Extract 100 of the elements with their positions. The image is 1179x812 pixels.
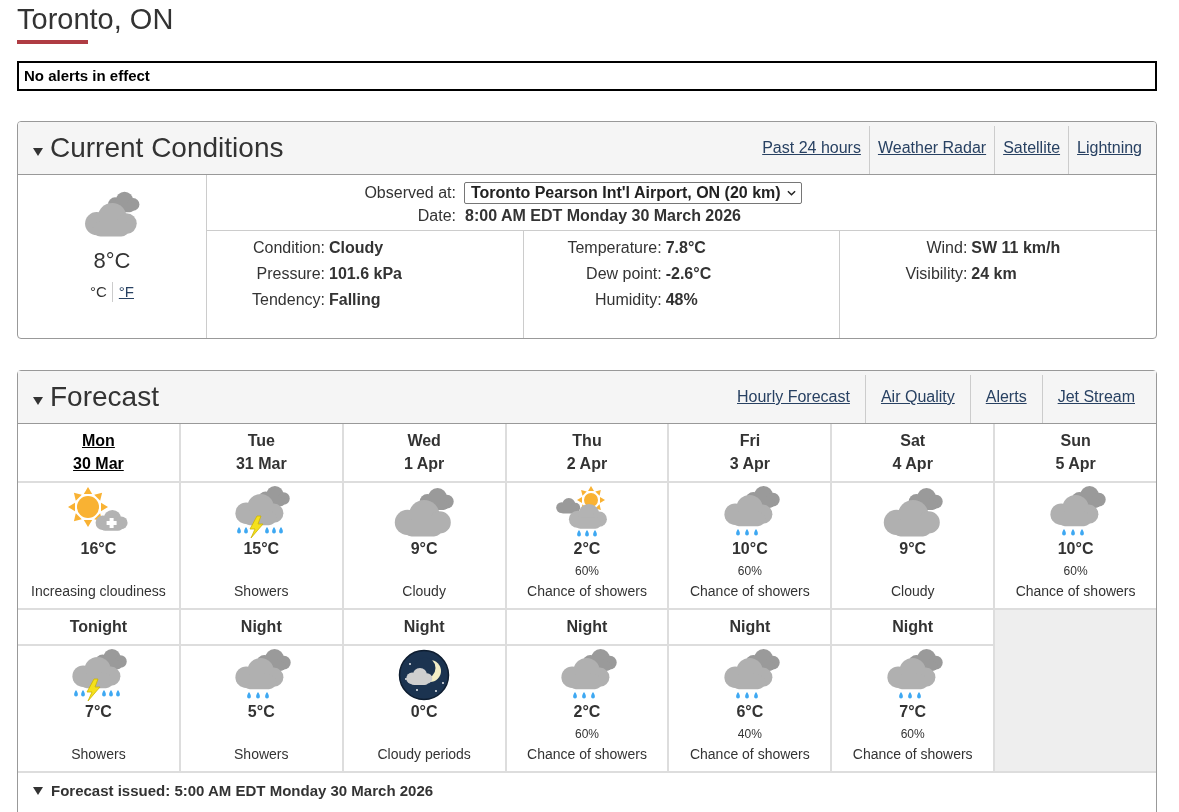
caret-down-icon[interactable] bbox=[33, 787, 43, 795]
forecast-temperature: 5°C bbox=[247, 702, 275, 722]
forecast-temperature: 0°C bbox=[410, 702, 438, 722]
day-date: 2 Apr bbox=[566, 454, 608, 474]
day-date: 1 Apr bbox=[403, 454, 445, 474]
observed-label: Observed at: bbox=[363, 183, 456, 203]
day-name: Mon bbox=[82, 431, 115, 451]
forecast-summary: Increasing cloudiness bbox=[31, 582, 166, 600]
forecast-summary: Chance of showers bbox=[527, 745, 647, 763]
day-name: Thu bbox=[572, 431, 602, 451]
unit-option[interactable]: °F bbox=[111, 282, 134, 302]
panel-link[interactable]: Alerts bbox=[969, 375, 1042, 423]
forecast-summary: Showers bbox=[234, 582, 289, 600]
forecast-summary: Chance of showers bbox=[852, 745, 973, 763]
panel-link[interactable]: Past 24 hours bbox=[754, 126, 869, 174]
condition-value: Falling bbox=[329, 290, 381, 310]
forecast-temperature: 7°C bbox=[85, 702, 112, 722]
day-header[interactable]: Sat 4 Apr bbox=[832, 424, 994, 481]
condition-label: Pressure: bbox=[255, 264, 325, 284]
condition-label: Dew point: bbox=[585, 264, 662, 284]
condition-value: 7.8°C bbox=[665, 238, 706, 258]
section-title: Forecast bbox=[50, 380, 159, 414]
day-header[interactable]: Sun 5 Apr bbox=[995, 424, 1156, 481]
page-title: Toronto, ON bbox=[17, 2, 174, 37]
condition-value: 24 km bbox=[971, 264, 1017, 284]
panel-link[interactable]: Hourly Forecast bbox=[722, 375, 865, 423]
night-label: Night bbox=[832, 610, 994, 644]
night-label: Night bbox=[669, 610, 831, 644]
day-name: Tue bbox=[247, 431, 275, 451]
forecast-summary: Chance of showers bbox=[1015, 582, 1136, 600]
precip-chance: 60% bbox=[574, 563, 599, 579]
day-header[interactable]: Fri 3 Apr bbox=[669, 424, 831, 481]
forecast-summary: Cloudy bbox=[890, 582, 935, 600]
day-header[interactable]: Thu 2 Apr bbox=[506, 424, 668, 481]
forecast-temperature: 6°C bbox=[736, 702, 764, 722]
station-select[interactable]: Toronto Pearson Int'l Airport, ON (20 km) bbox=[464, 182, 802, 204]
forecast-temperature: 10°C bbox=[731, 539, 768, 559]
forecast-temperature: 15°C bbox=[243, 539, 280, 559]
forecast-issued[interactable]: Forecast issued: 5:00 AM EDT Monday 30 March 2026 bbox=[51, 781, 434, 801]
day-date: 31 Mar bbox=[235, 454, 287, 474]
day-header[interactable]: Wed 1 Apr bbox=[343, 424, 505, 481]
precip-chance: 40% bbox=[737, 726, 762, 742]
panel-link[interactable]: Satellite bbox=[994, 126, 1069, 174]
chevron-down-icon bbox=[786, 190, 796, 196]
day-name: Sun bbox=[1060, 431, 1091, 451]
condition-label: Visibility: bbox=[904, 264, 968, 284]
condition-label: Tendency: bbox=[251, 290, 325, 310]
forecast-temperature: 16°C bbox=[80, 539, 117, 559]
day-date: 30 Mar bbox=[73, 454, 124, 474]
day-name: Wed bbox=[407, 431, 441, 451]
precip-chance: 60% bbox=[1063, 563, 1088, 579]
caret-down-icon[interactable] bbox=[33, 397, 43, 405]
condition-value: 48% bbox=[665, 290, 698, 310]
forecast-temperature: 9°C bbox=[899, 539, 927, 559]
forecast-summary: Chance of showers bbox=[689, 582, 810, 600]
day-header[interactable]: Tue 31 Mar bbox=[180, 424, 342, 481]
forecast-summary: Chance of showers bbox=[527, 582, 647, 600]
forecast-temperature: 7°C bbox=[899, 702, 927, 722]
night-label: Night bbox=[506, 610, 668, 644]
forecast-temperature: 10°C bbox=[1057, 539, 1094, 559]
precip-chance: 60% bbox=[737, 563, 762, 579]
clouds-icon bbox=[392, 486, 457, 538]
panel-link[interactable]: Lightning bbox=[1068, 126, 1150, 174]
forecast-summary: Showers bbox=[234, 745, 289, 763]
current-temperature: 8°C bbox=[93, 248, 131, 274]
condition-value: Cloudy bbox=[329, 238, 384, 258]
alert-banner: No alerts in effect bbox=[17, 61, 1157, 91]
date-label: Date: bbox=[416, 206, 456, 226]
caret-down-icon[interactable] bbox=[33, 148, 43, 156]
day-name: Sat bbox=[900, 431, 926, 451]
day-header[interactable]: Mon 30 Mar bbox=[18, 424, 179, 481]
forecast-summary: Showers bbox=[71, 745, 126, 763]
condition-label: Condition: bbox=[251, 238, 325, 258]
forecast-temperature: 2°C bbox=[573, 539, 601, 559]
condition-value: SW 11 km/h bbox=[971, 238, 1061, 258]
night-label: Night bbox=[343, 610, 505, 644]
day-date: 3 Apr bbox=[729, 454, 770, 474]
night-label: Night bbox=[180, 610, 342, 644]
panel-link[interactable]: Weather Radar bbox=[868, 126, 995, 174]
unit-option: °C bbox=[90, 282, 107, 302]
panel-link[interactable]: Air Quality bbox=[864, 375, 970, 423]
condition-value: 101.6 kPa bbox=[329, 264, 402, 284]
condition-label: Temperature: bbox=[566, 238, 662, 258]
condition-label: Humidity: bbox=[594, 290, 662, 310]
day-name: Fri bbox=[739, 431, 761, 451]
section-title: Current Conditions bbox=[50, 131, 284, 165]
precip-chance: 60% bbox=[900, 726, 925, 742]
day-date: 4 Apr bbox=[892, 454, 933, 474]
forecast-summary: Cloudy periods bbox=[377, 745, 471, 763]
panel-link[interactable]: Jet Stream bbox=[1041, 375, 1150, 423]
date-value: 8:00 AM EDT Monday 30 March 2026 bbox=[464, 206, 742, 226]
night-label: Tonight bbox=[18, 610, 179, 644]
precip-chance: 60% bbox=[574, 726, 599, 742]
condition-label: Wind: bbox=[925, 238, 968, 258]
forecast-temperature: 9°C bbox=[410, 539, 438, 559]
condition-value: -2.6°C bbox=[665, 264, 712, 284]
day-date: 5 Apr bbox=[1055, 454, 1096, 474]
title-accent-bar bbox=[17, 40, 88, 44]
forecast-summary: Cloudy bbox=[402, 582, 446, 600]
clouds-icon bbox=[82, 190, 142, 238]
